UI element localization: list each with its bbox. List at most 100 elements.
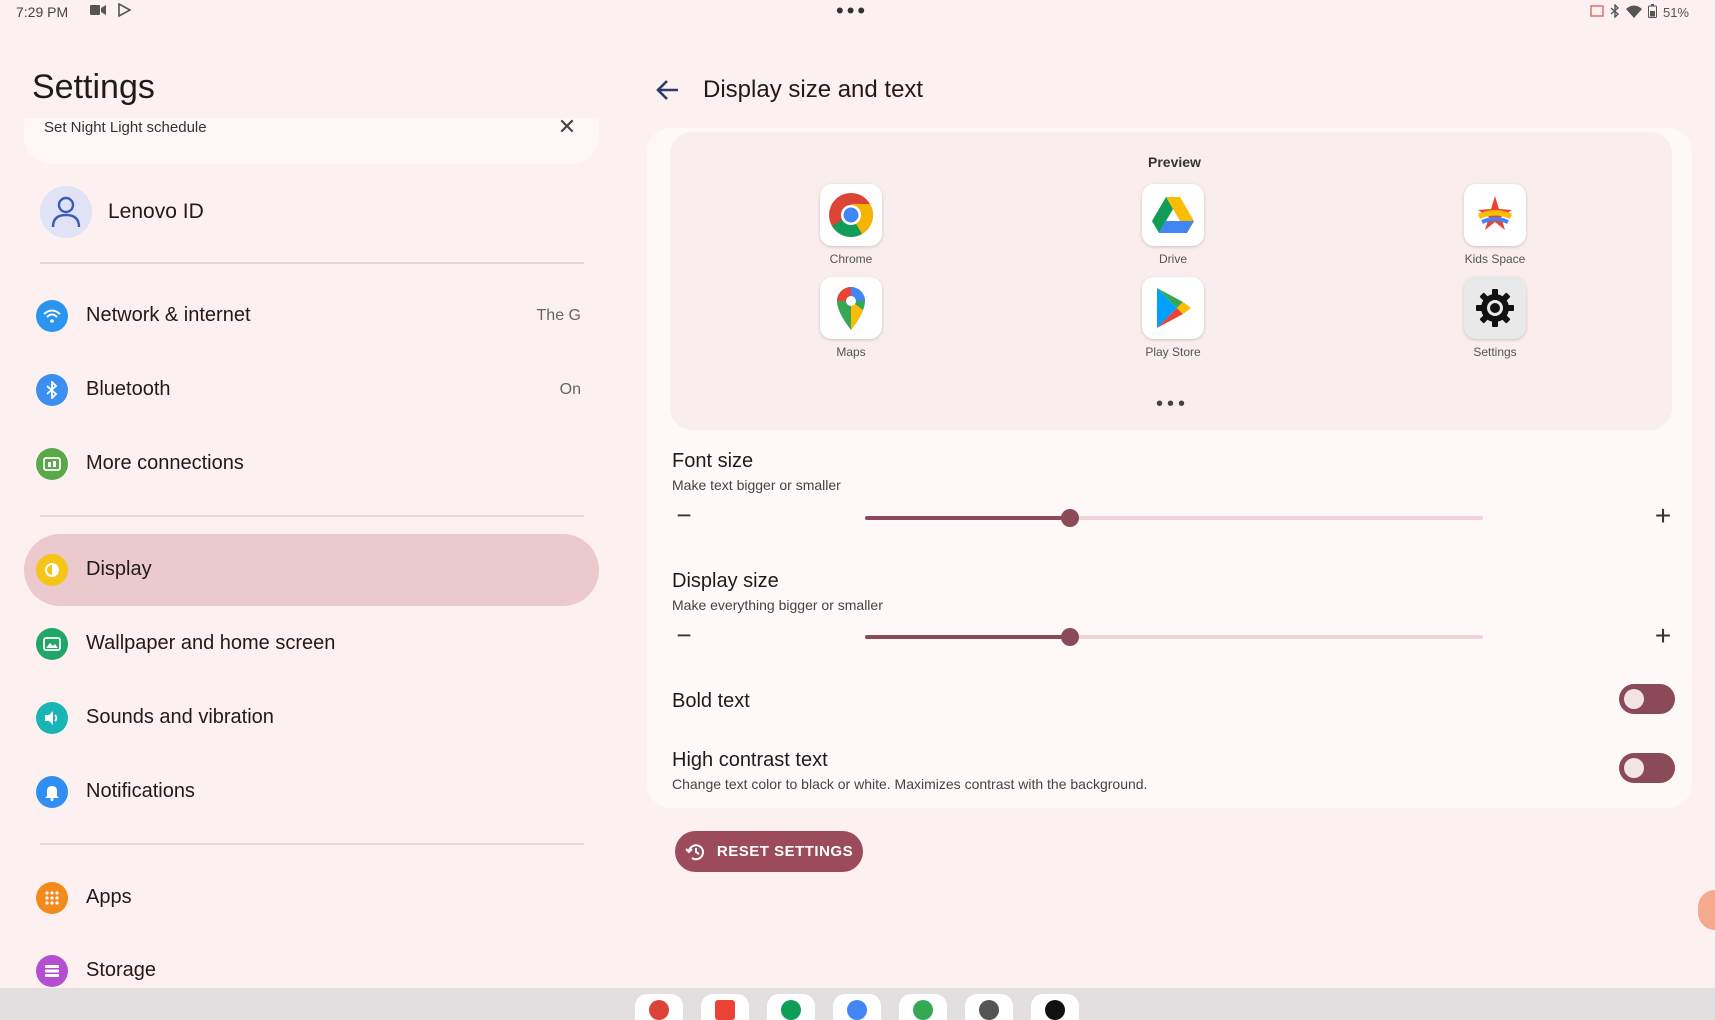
font-size-slider[interactable] xyxy=(865,509,1483,527)
sidebar-item-label: Wallpaper and home screen xyxy=(86,632,336,654)
preview-app-maps: Maps xyxy=(811,277,891,359)
connections-icon xyxy=(36,448,68,480)
sidebar-item-notifications[interactable]: Notifications xyxy=(24,756,599,828)
sound-icon xyxy=(36,702,68,734)
sidebar-item-wallpaper[interactable]: Wallpaper and home screen xyxy=(24,608,599,680)
avatar[interactable] xyxy=(40,186,92,238)
sidebar-item-label: Apps xyxy=(86,886,132,908)
lenovo-id-label[interactable]: Lenovo ID xyxy=(108,200,204,224)
sidebar-item-sounds[interactable]: Sounds and vibration xyxy=(24,682,599,754)
wallpaper-icon xyxy=(36,628,68,660)
sidebar-item-label: Network & internet xyxy=(86,304,251,326)
bold-text-title: Bold text xyxy=(672,690,750,712)
sidebar-item-display[interactable]: Display xyxy=(24,534,599,606)
battery-icon xyxy=(1647,4,1657,21)
storage-icon xyxy=(36,955,68,987)
toggle-knob xyxy=(1624,689,1644,709)
drive-icon xyxy=(1142,184,1204,246)
reset-settings-button[interactable]: RESET SETTINGS xyxy=(675,831,863,872)
page-title: Display size and text xyxy=(703,76,924,103)
display-size-subtitle: Make everything bigger or smaller xyxy=(672,597,883,613)
status-time: 7:29 PM xyxy=(16,4,69,20)
display-size-increase-button[interactable]: + xyxy=(1651,620,1675,652)
sidebar-title: Settings xyxy=(32,68,155,106)
high-contrast-title: High contrast text xyxy=(672,749,828,771)
sidebar-item-label: Notifications xyxy=(86,780,195,802)
status-right: 51% xyxy=(1590,3,1689,21)
divider xyxy=(40,262,584,264)
floating-bubble[interactable] xyxy=(1698,890,1715,930)
apps-icon xyxy=(36,882,68,914)
divider xyxy=(40,515,584,517)
font-size-decrease-button[interactable]: − xyxy=(672,500,696,531)
back-arrow-icon[interactable] xyxy=(650,72,686,108)
battery-level: 51% xyxy=(1662,5,1689,20)
app-name: Play Store xyxy=(1145,345,1201,359)
slider-thumb[interactable] xyxy=(1061,509,1079,527)
dock-app-play-store[interactable] xyxy=(899,994,947,1020)
sidebar-item-sub: On xyxy=(559,381,581,398)
bluetooth-icon xyxy=(36,374,68,406)
slider-thumb[interactable] xyxy=(1061,628,1079,646)
sidebar-item-more-connections[interactable]: More connections xyxy=(24,428,599,500)
sidebar-item-network[interactable]: Network & internet The G xyxy=(24,280,599,352)
high-contrast-toggle[interactable] xyxy=(1619,753,1675,783)
suggestion-text[interactable]: Set Night Light schedule xyxy=(44,119,207,136)
sidebar-item-bluetooth[interactable]: Bluetooth On xyxy=(24,354,599,426)
font-size-increase-button[interactable]: + xyxy=(1651,500,1675,532)
app-name: Maps xyxy=(836,345,866,359)
reset-settings-label: RESET SETTINGS xyxy=(716,843,854,860)
sidebar-item-sub: The G xyxy=(536,307,581,324)
gmail-icon xyxy=(715,1000,735,1020)
divider xyxy=(40,843,584,845)
sidebar-item-apps[interactable]: Apps xyxy=(24,862,599,934)
dock-app-chrome[interactable] xyxy=(635,994,683,1020)
sidebar-item-label: Display xyxy=(86,558,152,580)
bluetooth-icon xyxy=(1610,3,1620,21)
chrome-icon xyxy=(649,1000,669,1020)
preview-app-kids-space: Kids Space xyxy=(1455,184,1535,266)
video-icon xyxy=(90,3,106,20)
kids-space-icon xyxy=(1464,184,1526,246)
more-dots-icon[interactable]: ••• xyxy=(836,0,868,22)
person-icon xyxy=(51,196,81,228)
maps-icon xyxy=(820,277,882,339)
slider-fill xyxy=(865,635,1070,639)
preview-app-chrome: Chrome xyxy=(811,184,891,266)
wifi-icon xyxy=(1625,5,1642,21)
preview-app-play-store: Play Store xyxy=(1133,277,1213,359)
taskbar xyxy=(0,988,1715,1020)
app-name: Kids Space xyxy=(1464,252,1526,266)
slider-fill xyxy=(865,516,1070,520)
camera-icon xyxy=(979,1000,999,1020)
dock-app-gmail[interactable] xyxy=(701,994,749,1020)
settings-gear-icon xyxy=(1045,1000,1065,1020)
cast-icon xyxy=(1590,5,1604,20)
bold-text-toggle[interactable] xyxy=(1619,684,1675,714)
display-size-title: Display size xyxy=(672,570,779,592)
sidebar-item-label: Sounds and vibration xyxy=(86,706,274,728)
dock-app-camera[interactable] xyxy=(965,994,1013,1020)
preview-app-settings: Settings xyxy=(1455,277,1535,359)
high-contrast-subtitle: Change text color to black or white. Max… xyxy=(672,776,1148,792)
app-name: Settings xyxy=(1473,345,1517,359)
settings-gear-icon xyxy=(1464,277,1526,339)
wifi-icon xyxy=(36,300,68,332)
bell-icon xyxy=(36,776,68,808)
chrome-icon xyxy=(820,184,882,246)
close-icon[interactable]: ✕ xyxy=(556,114,578,140)
preview-app-drive: Drive xyxy=(1133,184,1213,266)
page-indicator-dots: ••• xyxy=(1156,393,1190,415)
display-size-decrease-button[interactable]: − xyxy=(672,620,696,651)
dock-app-settings[interactable] xyxy=(1031,994,1079,1020)
sidebar-item-label: Bluetooth xyxy=(86,378,171,400)
maps-icon xyxy=(847,1000,867,1020)
display-size-slider[interactable] xyxy=(865,628,1483,646)
preview-label: Preview xyxy=(1148,154,1201,170)
status-bar: 7:29 PM ••• 51% xyxy=(0,0,1715,26)
play-store-icon xyxy=(913,1000,933,1020)
sidebar-item-label: More connections xyxy=(86,452,244,474)
font-size-title: Font size xyxy=(672,450,754,472)
dock-app-drive[interactable] xyxy=(767,994,815,1020)
dock-app-maps[interactable] xyxy=(833,994,881,1020)
